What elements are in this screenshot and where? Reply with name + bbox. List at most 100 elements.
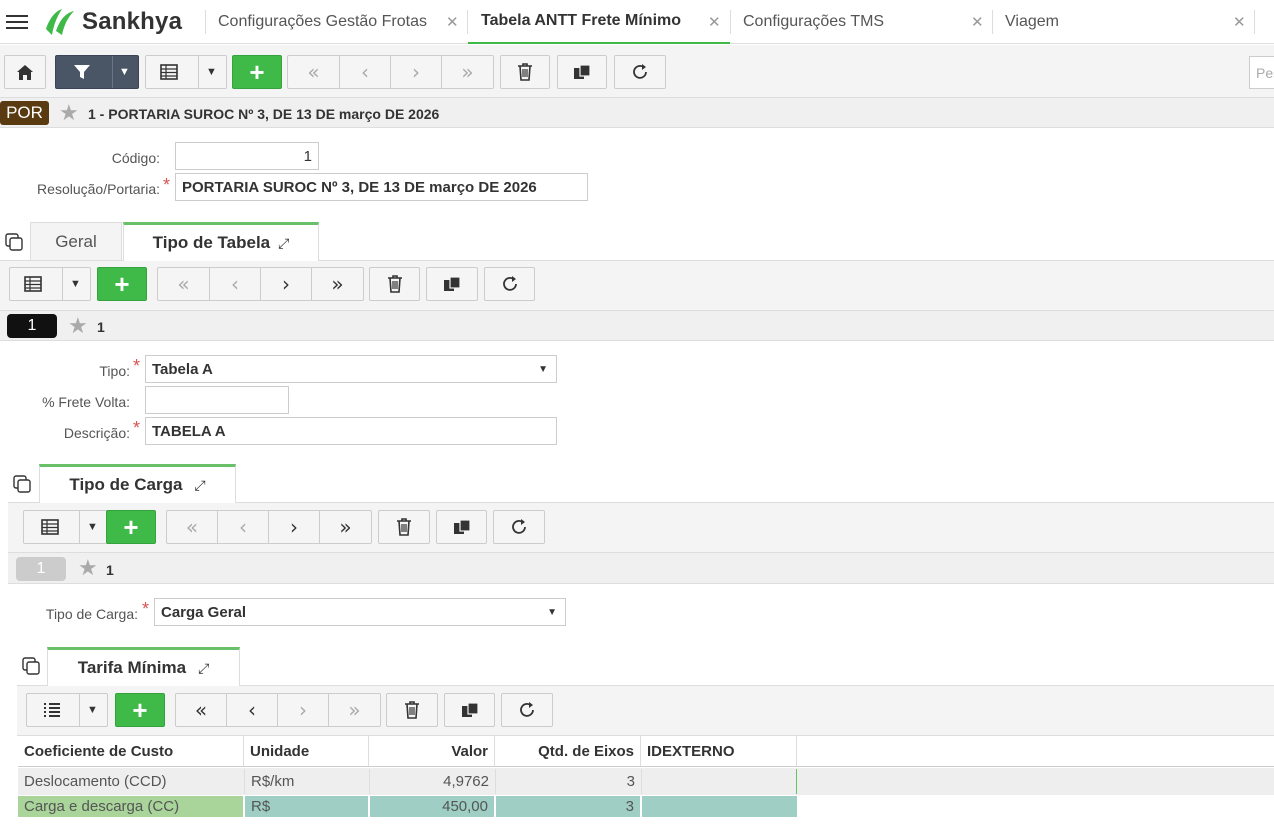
next-record-button[interactable]: ›: [261, 268, 312, 300]
table-row-selected[interactable]: Carga e descarga (CC) R$ 450,00 3: [18, 796, 797, 817]
copy-button[interactable]: [557, 55, 607, 89]
table-cell[interactable]: 4,9762: [369, 769, 495, 794]
close-icon[interactable]: ✕: [1233, 13, 1246, 31]
add-button[interactable]: +: [115, 693, 165, 727]
tab-geral[interactable]: Geral: [30, 222, 122, 260]
chevron-down-icon[interactable]: ▼: [70, 278, 81, 290]
tab-viagem[interactable]: Viagem ✕: [1005, 0, 1255, 44]
chevron-down-icon: ▼: [538, 363, 548, 375]
table-cell[interactable]: R$: [245, 796, 368, 817]
record-title: 1 - PORTARIA SUROC Nº 3, DE 13 DE março …: [88, 106, 440, 122]
codigo-field[interactable]: 1: [175, 142, 319, 170]
table-cell[interactable]: 3: [496, 796, 640, 817]
tab-configuracoes-gestao-frotas[interactable]: Configurações Gestão Frotas ✕: [218, 0, 466, 44]
close-icon[interactable]: ✕: [446, 13, 459, 31]
tarifa-tabs: Tarifa Mínima ⤢: [17, 647, 1274, 686]
delete-button[interactable]: [369, 267, 420, 301]
expand-icon[interactable]: ⤢: [278, 235, 289, 252]
refresh-icon: [633, 64, 647, 79]
add-button[interactable]: +: [232, 55, 282, 89]
grid-view-button[interactable]: ▼: [145, 55, 227, 89]
descricao-field[interactable]: TABELA A: [145, 417, 557, 445]
grid-view-button[interactable]: ▼: [23, 510, 108, 544]
tab-configuracoes-tms[interactable]: Configurações TMS ✕: [743, 0, 991, 44]
column-header[interactable]: Qtd. de Eixos: [495, 736, 641, 767]
last-record-button[interactable]: »: [320, 511, 371, 543]
first-record-button[interactable]: «: [176, 694, 227, 726]
column-header[interactable]: Coeficiente de Custo: [18, 736, 244, 767]
chevron-down-icon[interactable]: ▼: [87, 521, 98, 533]
chevron-down-icon[interactable]: ▼: [87, 704, 98, 716]
grid-view-button[interactable]: ▼: [9, 267, 91, 301]
refresh-button[interactable]: [501, 693, 553, 727]
grid-icon: [41, 519, 59, 535]
menu-icon[interactable]: [6, 12, 28, 30]
copy-button[interactable]: [444, 693, 495, 727]
last-record-button[interactable]: »: [329, 694, 380, 726]
tipo-carga-value: Carga Geral: [161, 603, 247, 621]
table-row[interactable]: Deslocamento (CCD) R$/km 4,9762 3: [18, 768, 1274, 795]
prev-record-button[interactable]: ‹: [227, 694, 278, 726]
star-icon[interactable]: ★: [68, 313, 88, 339]
record-badge: 1: [16, 557, 66, 581]
delete-button[interactable]: [386, 693, 438, 727]
close-icon[interactable]: ✕: [971, 13, 984, 31]
prev-record-button[interactable]: ‹: [340, 56, 391, 88]
first-record-button[interactable]: «: [167, 511, 218, 543]
table-cell[interactable]: R$/km: [244, 769, 369, 794]
prev-record-button[interactable]: ‹: [218, 511, 269, 543]
tab-label: Tipo de Tabela: [152, 233, 271, 252]
main-toolbar: ▼ ▼ + « ‹ › » Pes: [0, 45, 1274, 98]
tipo-select[interactable]: Tabela A ▼: [145, 355, 557, 383]
search-input[interactable]: Pes: [1249, 56, 1274, 89]
record-badge: POR: [0, 101, 49, 125]
next-record-button[interactable]: ›: [391, 56, 442, 88]
tipo-label: Tipo:: [99, 363, 130, 379]
table-cell[interactable]: Deslocamento (CCD): [18, 769, 244, 794]
tab-tabela-antt[interactable]: Tabela ANTT Frete Mínimo ✕: [468, 0, 730, 44]
delete-button[interactable]: [378, 510, 430, 544]
first-record-button[interactable]: «: [158, 268, 210, 300]
tipo-carga-select[interactable]: Carga Geral ▼: [154, 598, 566, 626]
tab-tipo-tabela[interactable]: Tipo de Tabela ⤢: [123, 222, 319, 261]
next-record-button[interactable]: ›: [278, 694, 329, 726]
last-record-button[interactable]: »: [442, 56, 493, 88]
refresh-icon: [512, 519, 526, 534]
column-header[interactable]: IDEXTERNO: [641, 736, 797, 767]
column-header[interactable]: Valor: [369, 736, 495, 767]
trash-icon: [518, 63, 532, 81]
expand-icon[interactable]: ⤢: [198, 660, 209, 677]
delete-button[interactable]: [500, 55, 550, 89]
home-button[interactable]: [4, 55, 46, 89]
frete-volta-field[interactable]: [145, 386, 289, 414]
refresh-button[interactable]: [493, 510, 545, 544]
refresh-button[interactable]: [614, 55, 666, 89]
refresh-button[interactable]: [484, 267, 535, 301]
close-icon[interactable]: ✕: [708, 13, 721, 31]
chevron-down-icon[interactable]: ▼: [206, 66, 217, 78]
next-record-button[interactable]: ›: [269, 511, 320, 543]
chevron-down-icon[interactable]: ▼: [119, 66, 130, 78]
filter-button[interactable]: ▼: [55, 55, 139, 89]
table-cell[interactable]: 3: [495, 769, 641, 794]
copy-button[interactable]: [436, 510, 487, 544]
last-record-button[interactable]: »: [312, 268, 363, 300]
add-button[interactable]: +: [97, 267, 147, 301]
resolucao-field[interactable]: PORTARIA SUROC Nº 3, DE 13 DE março DE 2…: [175, 173, 588, 201]
table-cell[interactable]: Carga e descarga (CC): [18, 796, 243, 817]
expand-icon[interactable]: ⤢: [194, 477, 205, 494]
list-view-button[interactable]: ▼: [26, 693, 108, 727]
star-icon[interactable]: ★: [59, 100, 79, 126]
copy-button[interactable]: [426, 267, 478, 301]
copy-icon: [453, 519, 471, 534]
star-icon[interactable]: ★: [78, 555, 98, 581]
tab-tarifa-minima[interactable]: Tarifa Mínima ⤢: [47, 647, 240, 686]
table-cell[interactable]: 450,00: [370, 796, 494, 817]
add-button[interactable]: +: [106, 510, 156, 544]
tab-tipo-carga[interactable]: Tipo de Carga ⤢: [39, 464, 236, 503]
table-cell[interactable]: [642, 796, 797, 817]
table-cell[interactable]: [641, 769, 797, 794]
column-header[interactable]: Unidade: [244, 736, 369, 767]
prev-record-button[interactable]: ‹: [210, 268, 261, 300]
first-record-button[interactable]: «: [288, 56, 340, 88]
